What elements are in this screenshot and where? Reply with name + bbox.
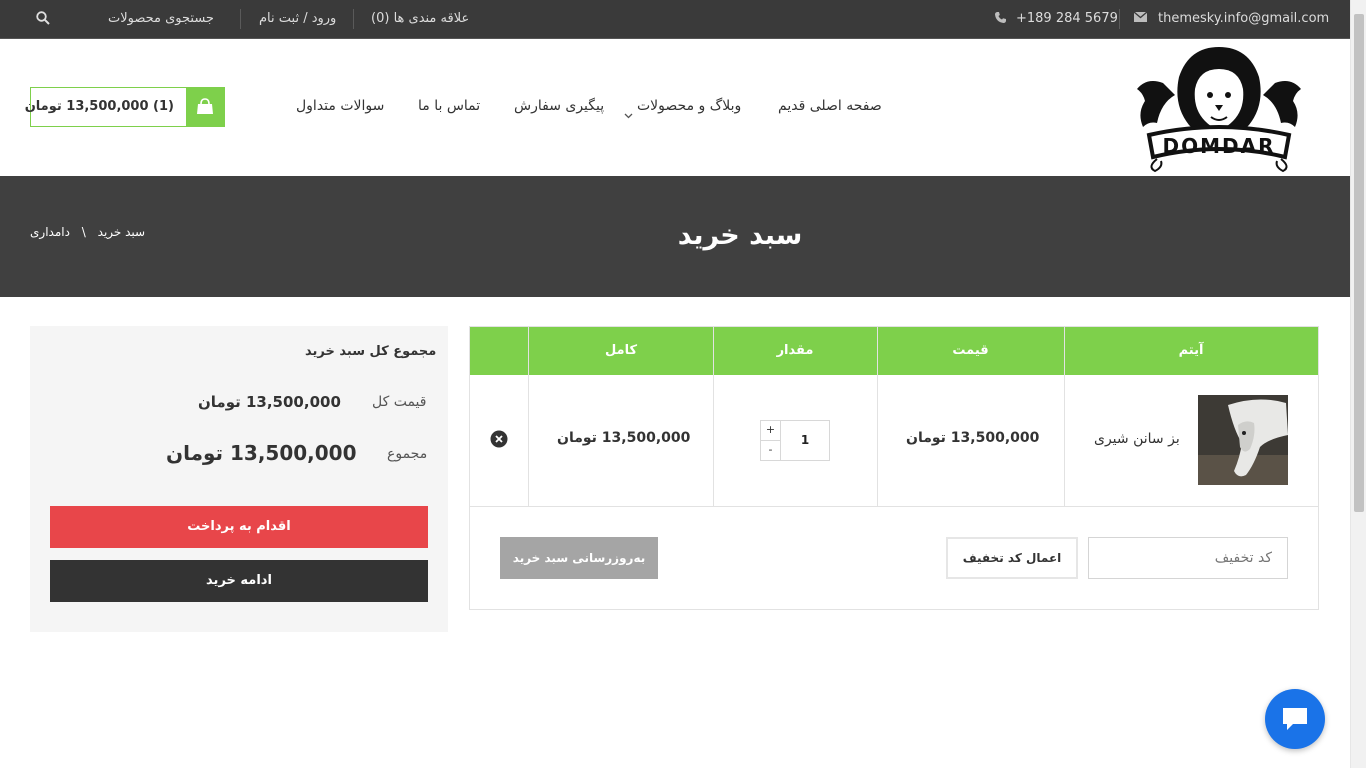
mini-cart-label: (1) 13,500,000 تومان <box>24 99 174 114</box>
breadcrumb-separator: \ <box>81 225 86 239</box>
page-scrollbar[interactable] <box>1350 0 1366 768</box>
subtotal-value: 13,500,000 تومان <box>198 393 341 411</box>
top-bar: themesky.info@gmail.com +189 284 5679 عل… <box>0 0 1350 39</box>
search-products-link[interactable]: جستجوی محصولات <box>108 11 214 26</box>
scrollbar-thumb[interactable] <box>1354 14 1364 512</box>
line-subtotal: 13,500,000 تومان <box>557 430 691 446</box>
nav-faq[interactable]: سوالات متداول <box>296 98 384 114</box>
cart-table: آیتم قیمت مقدار کامل بز سانن شیری 13,500… <box>469 326 1319 610</box>
breadcrumb: سبد خرید \ دامداری <box>30 225 145 239</box>
product-name[interactable]: بز سانن شیری <box>1094 431 1180 447</box>
logo-text: DOMDAR <box>1163 134 1276 158</box>
nav-track-order[interactable]: پیگیری سفارش <box>514 98 604 114</box>
continue-shopping-button[interactable]: ادامه خرید <box>50 560 428 602</box>
mini-cart-button[interactable]: (1) 13,500,000 تومان <box>25 87 225 127</box>
quantity-minus[interactable]: - <box>761 441 781 461</box>
contact-email[interactable]: themesky.info@gmail.com <box>1158 11 1329 26</box>
product-thumbnail[interactable] <box>1198 395 1288 485</box>
coupon-input[interactable] <box>1088 537 1288 579</box>
shopping-bag-icon <box>186 88 224 126</box>
header-quantity: مقدار <box>776 343 814 358</box>
nav-home[interactable]: صفحه اصلی قدیم <box>778 98 882 114</box>
nav-contact[interactable]: تماس با ما <box>418 98 480 114</box>
breadcrumb-current: سبد خرید <box>97 225 146 239</box>
chevron-down-icon[interactable] <box>624 104 633 123</box>
product-price: 13,500,000 تومان <box>906 430 1040 446</box>
envelope-icon <box>1134 12 1147 22</box>
page-title: سبد خرید <box>677 220 803 251</box>
search-icon[interactable] <box>36 11 50 25</box>
site-logo[interactable]: DOMDAR <box>1133 43 1305 173</box>
nav-blog-products[interactable]: وبلاگ و محصولات <box>637 98 741 114</box>
page-hero: سبد خرید سبد خرید \ دامداری <box>0 176 1350 297</box>
quantity-plus[interactable]: + <box>761 421 781 441</box>
wishlist-link[interactable]: علاقه مندی ها (0) <box>371 11 469 26</box>
total-value: 13,500,000 تومان <box>166 441 357 465</box>
chat-icon <box>1281 706 1309 736</box>
phone-icon <box>995 12 1006 23</box>
totals-title: مجموع کل سبد خرید <box>305 344 437 359</box>
breadcrumb-home[interactable]: دامداری <box>30 225 70 239</box>
remove-icon[interactable] <box>490 430 508 452</box>
quantity-value[interactable]: 1 <box>781 433 829 447</box>
site-header: DOMDAR صفحه اصلی قدیم وبلاگ و محصولات پی… <box>0 39 1350 176</box>
header-price: قیمت <box>952 343 989 358</box>
header-total: کامل <box>604 343 638 358</box>
quantity-stepper[interactable]: + - 1 <box>760 420 830 461</box>
header-item: آیتم <box>1178 343 1204 358</box>
cart-table-header: آیتم قیمت مقدار کامل <box>470 327 1318 375</box>
contact-phone[interactable]: +189 284 5679 <box>1016 11 1118 26</box>
subtotal-label: قیمت کل <box>372 394 427 410</box>
update-cart-button[interactable]: به‌روزرسانی سبد خرید <box>500 537 658 579</box>
apply-coupon-button[interactable]: اعمال کد تخفیف <box>946 537 1078 579</box>
checkout-button[interactable]: اقدام به پرداخت <box>50 506 428 548</box>
cart-totals: مجموع کل سبد خرید قیمت کل 13,500,000 توم… <box>30 326 448 632</box>
login-register-link[interactable]: ورود / ثبت نام <box>259 11 336 26</box>
total-label: مجموع <box>387 446 428 462</box>
chat-widget-button[interactable] <box>1265 689 1325 749</box>
